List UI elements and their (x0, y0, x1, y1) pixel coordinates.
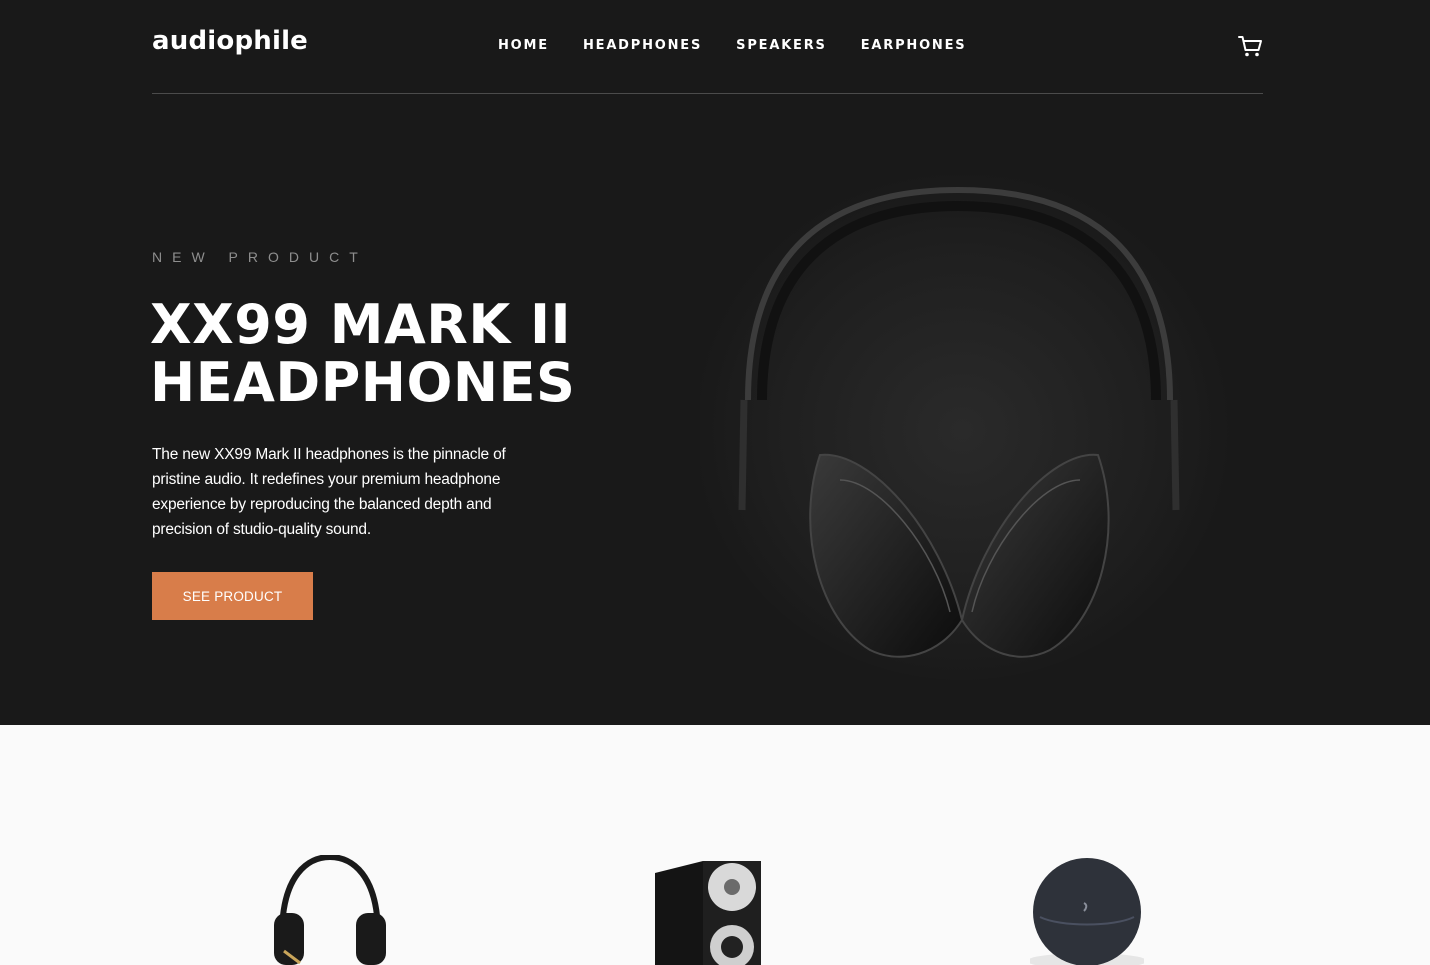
hero-title: XX99 MARK II HEADPHONES (150, 296, 575, 412)
headphones-hero-image (700, 160, 1232, 680)
earphones-thumbnail[interactable] (1030, 857, 1144, 965)
nav-links: HOME HEADPHONES SPEAKERS EARPHONES (498, 38, 1000, 53)
hero-title-line2: HEADPHONES (150, 351, 576, 414)
cart-icon[interactable] (1237, 33, 1263, 59)
see-product-button[interactable]: SEE PRODUCT (152, 572, 313, 620)
nav-speakers[interactable]: SPEAKERS (736, 38, 827, 53)
categories-section (0, 725, 1430, 965)
hero-title-line1: XX99 MARK II (150, 293, 572, 356)
nav-headphones[interactable]: HEADPHONES (583, 38, 702, 53)
speaker-thumbnail[interactable] (655, 859, 763, 965)
logo[interactable]: audiophile (152, 26, 308, 56)
hero-description: The new XX99 Mark II headphones is the p… (152, 446, 506, 538)
new-product-eyebrow: NEW PRODUCT (152, 249, 368, 265)
hero-section: audiophile HOME HEADPHONES SPEAKERS EARP… (0, 0, 1430, 725)
top-nav: audiophile HOME HEADPHONES SPEAKERS EARP… (152, 0, 1263, 94)
nav-home[interactable]: HOME (498, 38, 549, 53)
headphones-thumbnail[interactable] (268, 855, 392, 965)
nav-earphones[interactable]: EARPHONES (861, 38, 967, 53)
cart-icon-glyph (1238, 36, 1262, 57)
